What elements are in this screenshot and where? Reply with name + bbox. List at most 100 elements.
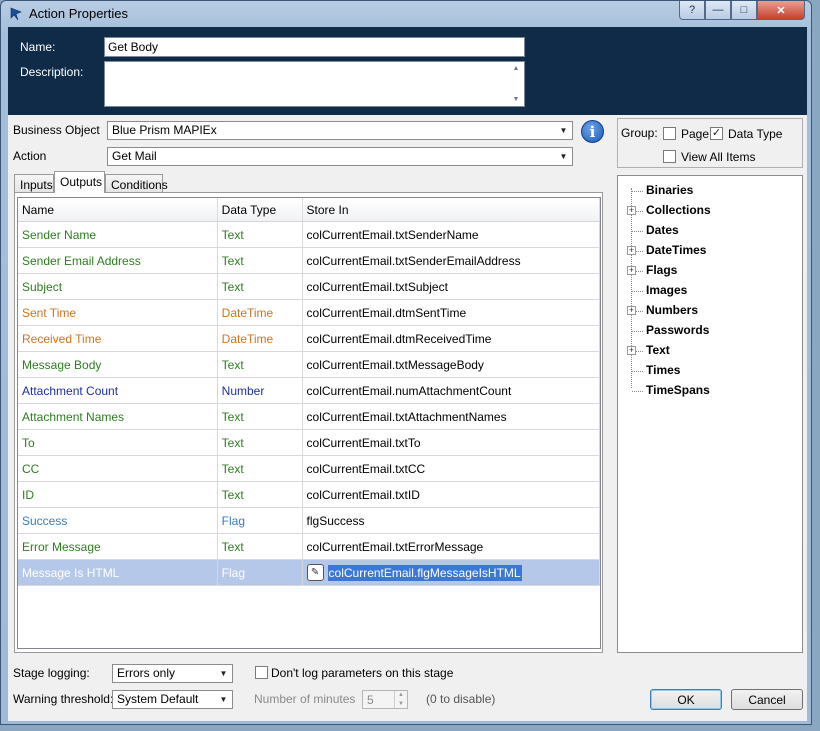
minutes-spinner[interactable]: 5 ▲ ▼	[362, 690, 408, 709]
expand-icon[interactable]: +	[627, 206, 636, 215]
tree-item[interactable]: Times	[618, 362, 802, 382]
action-label: Action	[13, 149, 47, 163]
expand-icon[interactable]: +	[627, 306, 636, 315]
tree-item[interactable]: Binaries	[618, 182, 802, 202]
stage-logging-label: Stage logging:	[13, 666, 90, 680]
close-button[interactable]: ✕	[757, 1, 805, 20]
table-row[interactable]: ID Text colCurrentEmail.txtID	[18, 482, 600, 508]
tab-inputs[interactable]: Inputs	[14, 174, 54, 194]
cell-store-in[interactable]: flgSuccess	[303, 508, 600, 533]
table-row[interactable]: Error Message Text colCurrentEmail.txtErro…	[18, 534, 600, 560]
tree-item[interactable]: Passwords	[618, 322, 802, 342]
cell-store-in[interactable]: colCurrentEmail.dtmReceivedTime	[303, 326, 600, 351]
warning-threshold-select[interactable]: System Default ▼	[112, 690, 233, 709]
tree-item[interactable]: + Text	[618, 342, 802, 362]
expand-icon[interactable]: +	[627, 246, 636, 255]
cell-store-in[interactable]: colCurrentEmail.txtSenderEmailAddress	[303, 248, 600, 273]
view-all-items-checkbox[interactable]	[663, 150, 676, 163]
dialog-client: Name: Get Body Description: ▲ ▼ Business …	[8, 27, 807, 721]
business-object-select[interactable]: Blue Prism MAPIEx ▼	[107, 121, 573, 140]
table-row[interactable]: CC Text colCurrentEmail.txtCC	[18, 456, 600, 482]
cell-store-in[interactable]: colCurrentEmail.dtmSentTime	[303, 300, 600, 325]
cell-data-type: Text	[218, 248, 303, 273]
cell-name: Attachment Count	[18, 378, 218, 403]
cell-store-in[interactable]: colCurrentEmail.txtTo	[303, 430, 600, 455]
cell-data-type: Text	[218, 222, 303, 247]
cell-data-type: DateTime	[218, 326, 303, 351]
spinner-arrows[interactable]: ▲ ▼	[394, 691, 407, 708]
stage-logging-select[interactable]: Errors only ▼	[112, 664, 233, 683]
cell-store-in[interactable]: colCurrentEmail.txtAttachmentNames	[303, 404, 600, 429]
header-panel: Name: Get Body Description: ▲ ▼	[8, 27, 807, 115]
action-select[interactable]: Get Mail ▼	[107, 147, 573, 166]
tree-item[interactable]: + DateTimes	[618, 242, 802, 262]
cell-store-in[interactable]: colCurrentEmail.numAttachmentCount	[303, 378, 600, 403]
cell-store-in[interactable]: colCurrentEmail.txtSenderName	[303, 222, 600, 247]
table-row[interactable]: Sender Email Address Text colCurrentEmail.…	[18, 248, 600, 274]
table-row[interactable]: Attachment Count Number colCurrentEmail.nu…	[18, 378, 600, 404]
column-header-store-in[interactable]: Store In	[303, 198, 600, 221]
table-row[interactable]: Message Is HTML Flag ✎ colCurrentEmail.flgM…	[18, 560, 600, 586]
title-bar[interactable]: Action Properties ? — □ ✕	[1, 1, 811, 27]
cell-name: Subject	[18, 274, 218, 299]
maximize-button[interactable]: □	[731, 1, 757, 20]
page-checkbox[interactable]	[663, 127, 676, 140]
tree-item[interactable]: TimeSpans	[618, 382, 802, 402]
data-item-tree[interactable]: Binaries + Collections Dates + DateTimes + Flag…	[617, 175, 803, 653]
data-type-checkbox[interactable]: ✓	[710, 127, 723, 140]
description-label: Description:	[20, 65, 84, 79]
column-header-data-type[interactable]: Data Type	[218, 198, 303, 221]
help-button[interactable]: ?	[679, 1, 705, 20]
table-row[interactable]: Subject Text colCurrentEmail.txtSubject	[18, 274, 600, 300]
table-row[interactable]: To Text colCurrentEmail.txtTo	[18, 430, 600, 456]
store-in-text[interactable]: colCurrentEmail.flgMessageIsHTML	[327, 564, 522, 581]
grid-body: Sender Name Text colCurrentEmail.txtSender…	[18, 222, 600, 586]
description-field[interactable]: ▲ ▼	[104, 61, 525, 107]
edit-pencil-icon[interactable]: ✎	[306, 564, 324, 581]
tree-item[interactable]: + Flags	[618, 262, 802, 282]
cell-name: Error Message	[18, 534, 218, 559]
cancel-button[interactable]: Cancel	[731, 689, 803, 710]
tree-item[interactable]: Dates	[618, 222, 802, 242]
tree-item[interactable]: + Numbers	[618, 302, 802, 322]
disable-hint: (0 to disable)	[426, 692, 496, 706]
cell-store-in[interactable]: colCurrentEmail.txtCC	[303, 456, 600, 481]
expand-icon[interactable]: +	[627, 266, 636, 275]
name-field[interactable]: Get Body	[104, 37, 525, 57]
table-row[interactable]: Received Time DateTime colCurrentEmail.dtm…	[18, 326, 600, 352]
ok-button[interactable]: OK	[650, 689, 722, 710]
tree-item-label: Collections	[646, 203, 711, 217]
table-row[interactable]: Attachment Names Text colCurrentEmail.txtA…	[18, 404, 600, 430]
outputs-grid[interactable]: Name Data Type Store In Sender Name Text c…	[17, 197, 601, 649]
cell-store-in[interactable]: ✎ colCurrentEmail.flgMessageIsHTML	[303, 560, 600, 585]
cell-name: Sender Email Address	[18, 248, 218, 273]
cell-store-in[interactable]: colCurrentEmail.txtID	[303, 482, 600, 507]
dont-log-parameters-checkbox[interactable]	[255, 666, 268, 679]
column-header-name[interactable]: Name	[18, 198, 218, 221]
warning-threshold-value: System Default	[117, 692, 199, 706]
table-row[interactable]: Sender Name Text colCurrentEmail.txtSender…	[18, 222, 600, 248]
description-scrollbar[interactable]: ▲ ▼	[508, 62, 524, 106]
dont-log-parameters-label: Don't log parameters on this stage	[271, 666, 454, 680]
cell-store-in[interactable]: colCurrentEmail.txtSubject	[303, 274, 600, 299]
cell-data-type: Flag	[218, 508, 303, 533]
table-row[interactable]: Message Body Text colCurrentEmail.txtMessa…	[18, 352, 600, 378]
cell-data-type: Text	[218, 482, 303, 507]
expand-icon[interactable]: +	[627, 346, 636, 355]
info-icon[interactable]: i	[581, 120, 604, 143]
cell-name: Sender Name	[18, 222, 218, 247]
table-row[interactable]: Success Flag flgSuccess	[18, 508, 600, 534]
chevron-down-icon: ▼	[219, 695, 228, 704]
tab-outputs[interactable]: Outputs	[54, 171, 105, 193]
tree-item[interactable]: Images	[618, 282, 802, 302]
app-icon	[10, 7, 22, 21]
minimize-button[interactable]: —	[705, 1, 731, 20]
table-row[interactable]: Sent Time DateTime colCurrentEmail.dtmSent…	[18, 300, 600, 326]
cell-store-in[interactable]: colCurrentEmail.txtErrorMessage	[303, 534, 600, 559]
action-properties-window: Action Properties ? — □ ✕ Name: Get Body…	[0, 0, 812, 725]
tab-conditions[interactable]: Conditions	[105, 174, 168, 194]
tree-item[interactable]: + Collections	[618, 202, 802, 222]
chevron-down-icon: ▼	[219, 669, 228, 678]
view-all-items-label: View All Items	[681, 150, 756, 164]
cell-store-in[interactable]: colCurrentEmail.txtMessageBody	[303, 352, 600, 377]
